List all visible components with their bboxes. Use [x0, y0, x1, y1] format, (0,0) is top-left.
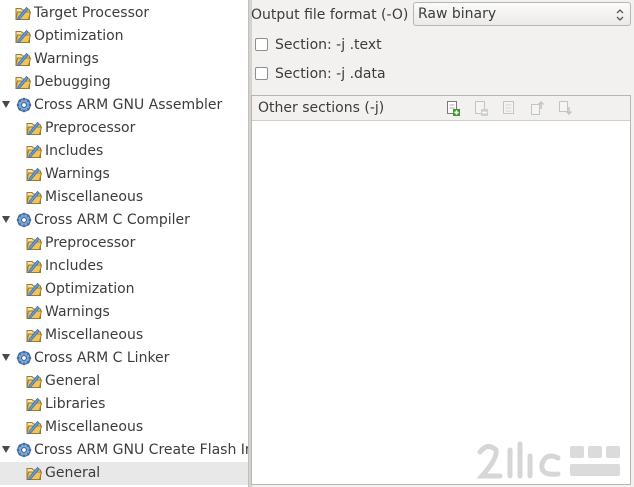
folder-options-icon — [26, 305, 42, 320]
section-text-checkbox[interactable] — [255, 38, 268, 51]
tree-node-label: Cross ARM GNU Create Flash Im — [34, 442, 248, 458]
tree-node-page[interactable]: Includes — [0, 255, 248, 278]
tree-node-page[interactable]: Optimization — [0, 278, 248, 301]
tree-node-label: Miscellaneous — [45, 189, 144, 205]
output-format-select[interactable]: Raw binary — [413, 2, 631, 26]
tree-node-label: Preprocessor — [45, 235, 136, 251]
folder-options-icon — [26, 144, 42, 159]
watermark-logo — [476, 441, 620, 479]
tool-gear-icon — [16, 442, 32, 458]
tree-node-tool[interactable]: Cross ARM GNU Create Flash Im — [0, 439, 248, 462]
tree-node-page[interactable]: General — [0, 370, 248, 393]
tree-node-page[interactable]: Includes — [0, 140, 248, 163]
move-up-icon[interactable] — [529, 100, 545, 116]
delete-icon[interactable] — [473, 100, 489, 116]
expand-arrow-icon[interactable] — [2, 216, 10, 223]
folder-options-icon — [15, 75, 31, 90]
folder-options-icon — [15, 52, 31, 67]
folder-options-icon — [26, 466, 42, 481]
folder-options-icon — [26, 236, 42, 251]
expand-arrow-icon[interactable] — [2, 354, 10, 361]
tree-node-page[interactable]: Miscellaneous — [0, 186, 248, 209]
add-icon[interactable] — [445, 100, 461, 116]
folder-options-icon — [26, 374, 42, 389]
tree-node-tool[interactable]: Cross ARM C Compiler — [0, 209, 248, 232]
folder-options-icon — [26, 121, 42, 136]
tree-node-label: Includes — [45, 258, 104, 274]
tree-node-label: Miscellaneous — [45, 327, 144, 343]
section-data-checkbox[interactable] — [255, 67, 268, 80]
tree-node-page[interactable]: General — [0, 462, 248, 485]
edit-icon[interactable] — [501, 100, 517, 116]
tree-node-page[interactable]: Optimization — [0, 25, 248, 48]
tree-node-page[interactable]: Preprocessor — [0, 232, 248, 255]
other-sections-list[interactable]: Other sections (-j) — [251, 95, 631, 485]
tree-node-page[interactable]: Target Processor — [0, 2, 248, 25]
tree-node-page[interactable]: Warnings — [0, 301, 248, 324]
tree-node-label: Target Processor — [34, 5, 150, 21]
move-down-icon[interactable] — [557, 100, 573, 116]
output-format-label: Output file format (-O) — [251, 7, 409, 23]
folder-options-icon — [26, 190, 42, 205]
tree-node-page[interactable]: Warnings — [0, 48, 248, 71]
settings-panel: Output file format (-O) Raw binary Secti… — [251, 0, 634, 487]
tree-node-label: Optimization — [34, 28, 124, 44]
folder-options-icon — [26, 328, 42, 343]
output-format-value: Raw binary — [418, 6, 497, 22]
settings-tree[interactable]: Target Processor Optimization Warnings Debu… — [0, 0, 248, 487]
tool-gear-icon — [16, 350, 32, 366]
folder-options-icon — [26, 282, 42, 297]
tree-node-label: General — [45, 465, 101, 481]
tree-node-label: Cross ARM C Linker — [34, 350, 170, 366]
tree-node-tool[interactable]: Cross ARM C Linker — [0, 347, 248, 370]
other-sections-label: Other sections (-j) — [258, 100, 385, 116]
folder-options-icon — [26, 259, 42, 274]
section-text-label: Section: -j .text — [275, 37, 382, 53]
other-sections-header: Other sections (-j) — [252, 96, 630, 121]
tree-node-label: Cross ARM C Compiler — [34, 212, 190, 228]
expand-arrow-icon[interactable] — [2, 446, 10, 453]
tree-node-label: Miscellaneous — [45, 419, 144, 435]
tree-node-label: Cross ARM GNU Assembler — [34, 97, 223, 113]
tree-node-page[interactable]: Debugging — [0, 71, 248, 94]
tree-node-page[interactable]: Libraries — [0, 393, 248, 416]
tree-node-label: Warnings — [34, 51, 99, 67]
tree-node-label: Warnings — [45, 304, 110, 320]
tree-node-label: General — [45, 373, 101, 389]
folder-options-icon — [15, 6, 31, 21]
tree-node-tool[interactable]: Cross ARM GNU Assembler — [0, 94, 248, 117]
folder-options-icon — [26, 420, 42, 435]
section-data-label: Section: -j .data — [275, 66, 386, 82]
tree-node-label: Includes — [45, 143, 104, 159]
folder-options-icon — [15, 29, 31, 44]
tree-node-label: Preprocessor — [45, 120, 136, 136]
tree-node-label: Debugging — [34, 74, 111, 90]
tree-node-label: Optimization — [45, 281, 135, 297]
tree-node-page[interactable]: Miscellaneous — [0, 324, 248, 347]
tree-node-page[interactable]: Preprocessor — [0, 117, 248, 140]
tree-node-label: Warnings — [45, 166, 110, 182]
tool-gear-icon — [16, 97, 32, 113]
tool-gear-icon — [16, 212, 32, 228]
expand-arrow-icon[interactable] — [2, 101, 10, 108]
folder-options-icon — [26, 167, 42, 182]
folder-options-icon — [26, 397, 42, 412]
tree-node-label: Libraries — [45, 396, 106, 412]
tree-node-page[interactable]: Warnings — [0, 163, 248, 186]
select-arrows-icon — [616, 9, 624, 21]
tree-node-page[interactable]: Miscellaneous — [0, 416, 248, 439]
